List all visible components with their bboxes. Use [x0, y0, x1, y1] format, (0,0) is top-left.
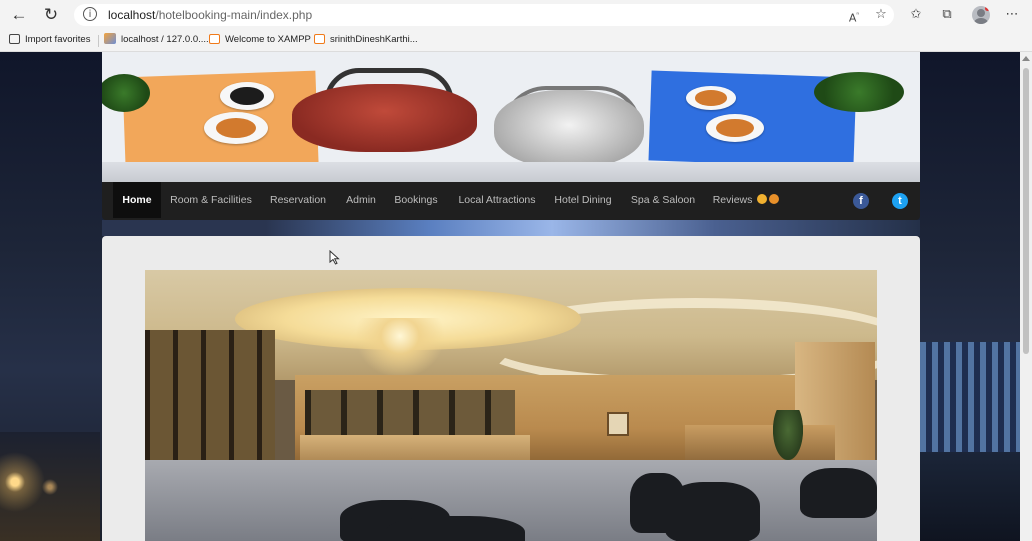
profile-avatar-icon[interactable]	[972, 6, 990, 24]
import-icon	[9, 34, 20, 44]
favorite-xampp[interactable]: Welcome to XAMPP	[209, 33, 311, 47]
nav-bookings[interactable]: Bookings	[390, 182, 442, 218]
more-menu-icon[interactable]: ⋯	[1003, 6, 1021, 24]
hotel-lobby-image	[145, 270, 877, 541]
night-city-right	[920, 342, 1020, 541]
mouse-cursor-icon	[329, 250, 340, 265]
address-bar[interactable]: i localhost/hotelbooking-main/index.php	[74, 4, 894, 26]
nav-reviews[interactable]: Reviews	[710, 182, 782, 218]
site-info-icon[interactable]: i	[83, 7, 97, 21]
favorite-import[interactable]: Import favorites	[9, 33, 90, 47]
nav-room-facilities[interactable]: Room & Facilities	[168, 182, 254, 218]
emoji-icon	[769, 194, 780, 204]
herb-pot	[814, 72, 904, 112]
red-teapot	[292, 84, 477, 152]
nav-reservation[interactable]: Reservation	[264, 182, 332, 218]
night-city-left	[0, 432, 100, 541]
address-url[interactable]: localhost/hotelbooking-main/index.php	[108, 8, 312, 22]
lounge-chair	[800, 468, 877, 518]
banner-floor	[102, 162, 920, 182]
side-desk	[685, 425, 835, 465]
bowl	[204, 112, 268, 144]
nav-home[interactable]: Home	[113, 182, 161, 218]
favorites-bar: Import favorites localhost / 127.0.0....…	[0, 30, 1032, 52]
lounge-chair	[385, 516, 525, 541]
header-banner-image	[102, 52, 920, 182]
phpmyadmin-icon	[104, 33, 116, 44]
bowl	[686, 86, 736, 110]
bowl	[220, 82, 274, 110]
xampp-icon	[209, 34, 220, 44]
browser-toolbar: ← ↻ i localhost/hotelbooking-main/index.…	[0, 0, 1032, 30]
facebook-icon[interactable]: f	[853, 193, 869, 209]
read-aloud-icon[interactable]: Aⁿ	[845, 6, 863, 25]
scroll-up-icon[interactable]	[1022, 56, 1030, 61]
xampp-icon	[314, 34, 325, 44]
refresh-icon[interactable]: ↻	[40, 5, 62, 25]
potted-plant	[773, 410, 803, 460]
favorites-divider	[98, 35, 99, 47]
twitter-icon[interactable]: t	[892, 193, 908, 209]
lobby-windows	[305, 390, 515, 435]
main-navbar: Home Room & Facilities Reservation Admin…	[102, 182, 920, 220]
favorites-icon[interactable]: ✩	[907, 6, 925, 24]
lounge-chair	[665, 482, 760, 541]
nav-admin[interactable]: Admin	[342, 182, 380, 218]
favorite-phpmyadmin[interactable]: localhost / 127.0.0....	[104, 33, 209, 47]
nav-spa-saloon[interactable]: Spa & Saloon	[626, 182, 700, 218]
back-arrow-icon[interactable]: ←	[8, 5, 30, 25]
wall-painting	[607, 412, 629, 436]
nav-local-attractions[interactable]: Local Attractions	[454, 182, 540, 218]
banner-strip-image	[102, 220, 920, 236]
add-favorite-icon[interactable]: ☆	[872, 6, 890, 24]
emoji-icon	[757, 194, 768, 204]
scrollbar-thumb[interactable]	[1023, 68, 1029, 354]
page-scrollbar[interactable]	[1020, 52, 1032, 541]
bowl	[706, 114, 764, 142]
silver-kettle	[494, 90, 644, 168]
chandelier	[355, 318, 445, 378]
collections-icon[interactable]: ⧉	[938, 6, 956, 24]
favorite-srinith[interactable]: srinithDineshKarthi...	[314, 33, 418, 47]
nav-hotel-dining[interactable]: Hotel Dining	[550, 182, 616, 218]
